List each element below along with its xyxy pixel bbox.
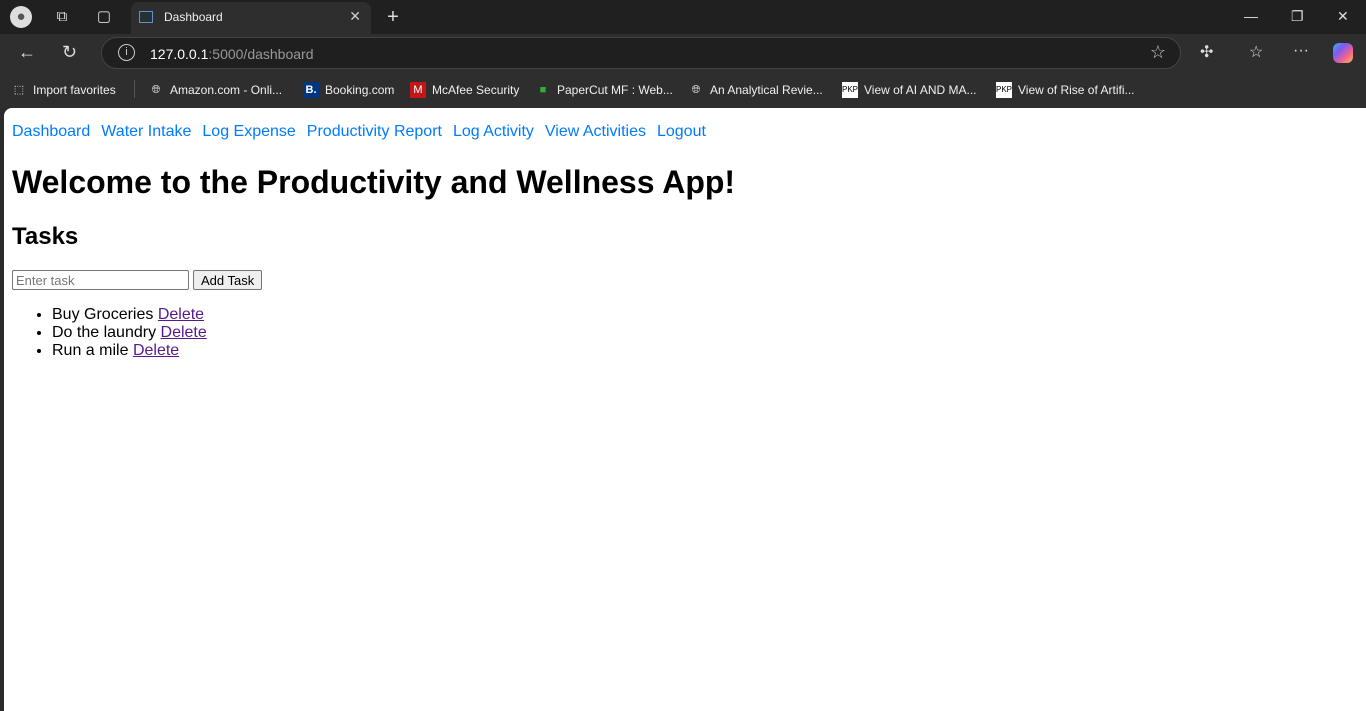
minimize-icon[interactable]: — xyxy=(1244,8,1258,24)
page-content: Dashboard Water Intake Log Expense Producti… xyxy=(4,108,1366,711)
workspaces-icon[interactable]: ⧉ xyxy=(51,6,73,28)
bookmark-label: View of AI AND MA... xyxy=(864,83,977,97)
task-input[interactable] xyxy=(12,270,189,290)
bookmark-label: McAfee Security xyxy=(432,83,520,97)
booking-icon: B. xyxy=(303,82,319,98)
address-bar[interactable]: i 127.0.0.1:5000/dashboard ☆ xyxy=(101,37,1181,69)
back-icon[interactable]: ← xyxy=(18,42,36,63)
pkp-icon: PKP xyxy=(996,82,1012,98)
url-path: :5000/dashboard xyxy=(208,46,314,62)
nav-log-expense[interactable]: Log Expense xyxy=(202,123,295,140)
favorite-star-icon[interactable]: ☆ xyxy=(1150,42,1166,63)
papercut-icon: ■ xyxy=(539,84,547,96)
nav-dashboard[interactable]: Dashboard xyxy=(12,123,90,140)
import-icon: ⬚ xyxy=(13,84,25,96)
nav-productivity-report[interactable]: Productivity Report xyxy=(307,123,442,140)
task-list: Buy Groceries Delete Do the laundry Dele… xyxy=(12,306,1358,360)
favorites-icon[interactable]: ☆ xyxy=(1249,42,1263,62)
bookmark-label: An Analytical Revie... xyxy=(710,83,823,97)
bookmark-separator xyxy=(134,80,135,98)
main-nav: Dashboard Water Intake Log Expense Producti… xyxy=(12,122,1358,142)
bookmark-import-favorites[interactable]: ⬚ Import favorites xyxy=(11,82,116,98)
globe-icon: 🌐︎ xyxy=(691,84,701,96)
tab-bar: ● ⧉ ▢ Dashboard ✕ + — ❐ ✕ xyxy=(0,0,1366,34)
task-item: Run a mile Delete xyxy=(52,342,1358,360)
tab-dashboard[interactable]: Dashboard ✕ xyxy=(131,2,371,34)
task-item: Do the laundry Delete xyxy=(52,324,1358,342)
bookmark-analytical-review[interactable]: 🌐︎ An Analytical Revie... xyxy=(688,82,823,98)
site-info-icon[interactable]: i xyxy=(118,44,135,61)
task-text: Do the laundry xyxy=(52,324,157,341)
task-text: Buy Groceries xyxy=(52,306,154,323)
url-host: 127.0.0.1 xyxy=(150,46,209,62)
url-text[interactable]: 127.0.0.1:5000/dashboard xyxy=(150,46,313,62)
bookmark-mcafee[interactable]: M McAfee Security xyxy=(410,82,519,98)
vertical-tabs-icon[interactable]: ▢ xyxy=(93,6,115,28)
bookmark-amazon[interactable]: 🌐︎ Amazon.com - Onli... xyxy=(148,82,282,98)
nav-log-activity[interactable]: Log Activity xyxy=(453,123,534,140)
add-task-form: Add Task xyxy=(12,270,1358,290)
globe-icon: 🌐︎ xyxy=(151,84,161,96)
task-text: Run a mile xyxy=(52,342,129,359)
mcafee-icon: M xyxy=(410,82,426,98)
close-window-icon[interactable]: ✕ xyxy=(1337,8,1349,25)
delete-task-link[interactable]: Delete xyxy=(133,342,179,359)
bookmark-label: Amazon.com - Onli... xyxy=(170,83,283,97)
browser-toolbar: ← ↻ i 127.0.0.1:5000/dashboard ☆ ✣ ☆ ··· xyxy=(0,34,1366,72)
task-item: Buy Groceries Delete xyxy=(52,306,1358,324)
bookmark-rise-of-ai[interactable]: PKP View of Rise of Artifi... xyxy=(996,82,1135,98)
copilot-icon[interactable] xyxy=(1333,43,1353,63)
bookmark-booking[interactable]: B. Booking.com xyxy=(303,82,394,98)
extensions-icon[interactable]: ✣ xyxy=(1200,42,1213,62)
bookmark-label: View of Rise of Artifi... xyxy=(1018,83,1135,97)
tasks-heading: Tasks xyxy=(12,223,79,250)
nav-view-activities[interactable]: View Activities xyxy=(545,123,646,140)
pkp-icon: PKP xyxy=(842,82,858,98)
add-task-button[interactable]: Add Task xyxy=(193,270,263,290)
nav-logout[interactable]: Logout xyxy=(657,123,706,140)
delete-task-link[interactable]: Delete xyxy=(158,306,204,323)
tab-favicon-icon xyxy=(139,11,153,23)
more-icon[interactable]: ··· xyxy=(1293,42,1309,60)
bookmark-ai-and-ma[interactable]: PKP View of AI AND MA... xyxy=(842,82,977,98)
profile-icon[interactable]: ● xyxy=(10,6,32,28)
new-tab-icon[interactable]: + xyxy=(382,6,404,28)
refresh-icon[interactable]: ↻ xyxy=(62,42,77,63)
bookmark-label: Import favorites xyxy=(33,83,116,97)
restore-icon[interactable]: ❐ xyxy=(1291,8,1304,25)
close-tab-icon[interactable]: ✕ xyxy=(349,8,361,25)
nav-water-intake[interactable]: Water Intake xyxy=(101,123,191,140)
bookmark-label: PaperCut MF : Web... xyxy=(557,83,673,97)
bookmark-papercut[interactable]: ■ PaperCut MF : Web... xyxy=(535,82,673,98)
page-title: Welcome to the Productivity and Wellness… xyxy=(12,164,736,200)
tab-title: Dashboard xyxy=(164,10,223,24)
bookmarks-bar: ⬚ Import favorites 🌐︎ Amazon.com - Onli...… xyxy=(0,72,1366,108)
bookmark-label: Booking.com xyxy=(325,83,395,97)
delete-task-link[interactable]: Delete xyxy=(161,324,207,341)
